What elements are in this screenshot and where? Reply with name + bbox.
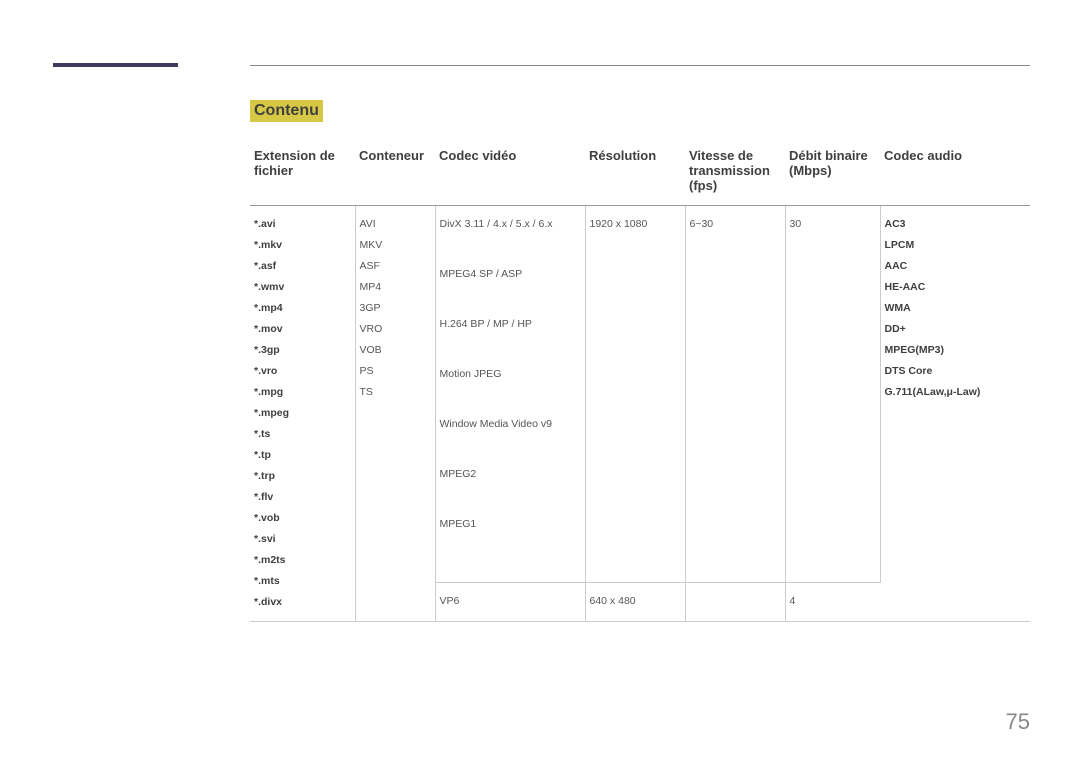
th-bitrate: Débit binaire (Mbps) [785, 142, 880, 206]
cell-bitrate-2: 4 [785, 582, 880, 621]
cell-containers: AVIMKVASFMP43GPVROVOBPSTS [355, 206, 435, 622]
cell-resolution-2: 640 x 480 [585, 582, 685, 621]
th-acodec: Codec audio [880, 142, 1030, 206]
decorative-bar [53, 63, 178, 67]
page-number: 75 [1006, 709, 1030, 735]
section-title: Contenu [250, 100, 323, 122]
th-vcodec: Codec vidéo [435, 142, 585, 206]
cell-vcodec-2: VP6 [435, 582, 585, 621]
cell-vcodecs: DivX 3.11 / 4.x / 5.x / 6.xMPEG4 SP / AS… [435, 206, 585, 583]
cell-acodecs: AC3LPCMAACHE-AACWMADD+MPEG(MP3)DTS CoreG… [880, 206, 1030, 622]
page-content: Contenu Extension de fichier Conteneur C… [250, 100, 1030, 622]
top-rule [250, 65, 1030, 66]
cell-framerate-1: 6~30 [685, 206, 785, 583]
th-container: Conteneur [355, 142, 435, 206]
th-framerate: Vitesse de transmission (fps) [685, 142, 785, 206]
th-resolution: Résolution [585, 142, 685, 206]
th-extension: Extension de fichier [250, 142, 355, 206]
table-row: *.avi*.mkv*.asf*.wmv*.mp4*.mov*.3gp*.vro… [250, 206, 1030, 583]
spec-table: Extension de fichier Conteneur Codec vid… [250, 142, 1030, 622]
cell-framerate-2 [685, 582, 785, 621]
cell-bitrate-1: 30 [785, 206, 880, 583]
cell-resolution-1: 1920 x 1080 [585, 206, 685, 583]
cell-extensions: *.avi*.mkv*.asf*.wmv*.mp4*.mov*.3gp*.vro… [250, 206, 355, 622]
